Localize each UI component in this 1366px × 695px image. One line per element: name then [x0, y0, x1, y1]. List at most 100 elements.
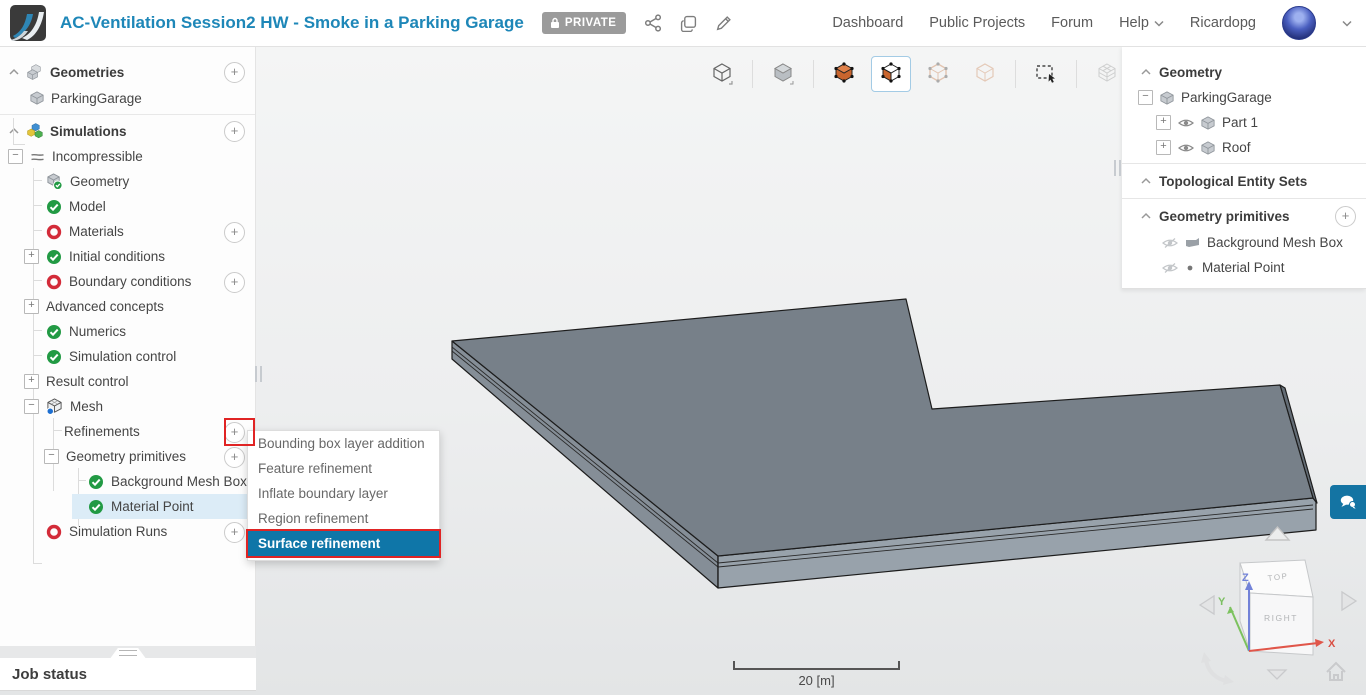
rpanel-section-geometry-primitives[interactable]: Geometry primitives +	[1122, 202, 1366, 230]
rpanel-item-material-point[interactable]: Material Point	[1122, 255, 1366, 280]
sidebar-item-parkinggarage[interactable]: ParkingGarage	[0, 85, 255, 111]
sidebar-item-label: Mesh	[70, 399, 103, 414]
expand-expander[interactable]: +	[24, 249, 39, 264]
eye-off-icon[interactable]	[1162, 262, 1178, 274]
add-material-button[interactable]: +	[224, 222, 245, 243]
sidebar-item-mesh[interactable]: − Mesh	[0, 394, 255, 419]
refinement-context-menu: Bounding box layer addition Feature refi…	[247, 430, 440, 561]
menu-item-bounding-box-layer-addition[interactable]: Bounding box layer addition	[248, 431, 439, 456]
rotate-view-arrows[interactable]	[1201, 652, 1234, 685]
tree-connector	[33, 280, 42, 281]
collapse-expander[interactable]: −	[8, 149, 23, 164]
add-geometry-primitive-button[interactable]: +	[1335, 206, 1356, 227]
tree-connector	[33, 230, 42, 231]
eye-off-icon[interactable]	[1162, 237, 1178, 249]
home-view-icon[interactable]	[1327, 663, 1345, 680]
rpanel-section-title: Geometry primitives	[1159, 209, 1290, 224]
add-geometry-primitive-button[interactable]: +	[224, 447, 245, 468]
add-geometry-button[interactable]: +	[224, 62, 245, 83]
start-simulation-run-button[interactable]: +	[224, 522, 245, 543]
nav-public-projects[interactable]: Public Projects	[929, 15, 1025, 31]
sidebar-item-simulation-control[interactable]: Simulation control	[0, 344, 255, 369]
nav-dashboard[interactable]: Dashboard	[832, 15, 903, 31]
menu-item-feature-refinement[interactable]: Feature refinement	[248, 456, 439, 481]
avatar[interactable]	[1282, 6, 1316, 40]
edit-pencil-icon[interactable]	[715, 15, 732, 32]
sidebar-item-numerics[interactable]: Numerics	[0, 319, 255, 344]
collapse-expander[interactable]: −	[24, 399, 39, 414]
sidebar-item-label: Material Point	[111, 499, 194, 514]
nav-right-arrow[interactable]	[1342, 592, 1356, 610]
nav-help[interactable]: Help	[1119, 15, 1164, 31]
sidebar-item-simulation-runs[interactable]: Simulation Runs +	[0, 519, 255, 544]
face-select-icon[interactable]	[871, 56, 911, 92]
sidebar-item-material-point[interactable]: Material Point	[0, 494, 255, 519]
axis-x-label: X	[1328, 638, 1336, 650]
collapse-expander[interactable]: −	[44, 449, 59, 464]
app-logo-icon[interactable]	[10, 5, 46, 41]
share-icon[interactable]	[644, 14, 662, 32]
eye-icon[interactable]	[1178, 142, 1194, 154]
chevron-down-icon	[1154, 20, 1164, 27]
menu-item-region-refinement[interactable]: Region refinement	[248, 506, 439, 531]
copy-icon[interactable]	[680, 15, 697, 32]
rpanel-item-roof[interactable]: + Roof	[1122, 135, 1366, 160]
nav-down-arrow[interactable]	[1268, 670, 1286, 679]
view-cube[interactable]: TOP RIGHT	[1240, 560, 1313, 655]
expand-expander[interactable]: +	[1156, 140, 1171, 155]
sidebar-item-simulations[interactable]: Simulations +	[0, 118, 255, 144]
nav-forum[interactable]: Forum	[1051, 15, 1093, 31]
navigation-cube-widget: TOP RIGHT Y Z X	[1190, 555, 1366, 695]
job-status-panel[interactable]: Job status	[0, 658, 256, 691]
mesh-display-icon[interactable]	[1087, 56, 1127, 92]
rpanel-item-part-1[interactable]: + Part 1	[1122, 110, 1366, 135]
menu-item-surface-refinement[interactable]: Surface refinement	[248, 531, 439, 556]
vertex-select-icon[interactable]	[965, 56, 1005, 92]
rpanel-resize-handle[interactable]	[1114, 160, 1121, 176]
cube-right-label: RIGHT	[1264, 613, 1298, 623]
sidebar-item-geometry-primitives[interactable]: − Geometry primitives +	[0, 444, 255, 469]
sidebar-resize-handle[interactable]	[255, 366, 262, 382]
add-boundary-condition-button[interactable]: +	[224, 272, 245, 293]
rpanel-item-parkinggarage[interactable]: − ParkingGarage	[1122, 85, 1366, 110]
expand-expander[interactable]: +	[24, 299, 39, 314]
sidebar-item-label: Simulation Runs	[69, 524, 167, 539]
tree-connector	[33, 168, 34, 563]
toolbar-separator	[752, 60, 753, 88]
sidebar-item-advanced-concepts[interactable]: + Advanced concepts	[0, 294, 255, 319]
eye-icon[interactable]	[1178, 117, 1194, 129]
box-select-icon[interactable]	[1026, 56, 1066, 92]
rpanel-section-geometry[interactable]: Geometry	[1122, 59, 1366, 85]
collapse-expander[interactable]: −	[1138, 90, 1153, 105]
chevron-up-icon	[1140, 67, 1152, 77]
incomplete-icon	[46, 274, 62, 290]
sidebar-item-initial-conditions[interactable]: + Initial conditions	[0, 244, 255, 269]
menu-item-inflate-boundary-layer[interactable]: Inflate boundary layer	[248, 481, 439, 506]
edge-select-icon[interactable]	[918, 56, 958, 92]
rpanel-item-background-mesh-box[interactable]: Background Mesh Box	[1122, 230, 1366, 255]
rpanel-item-label: Material Point	[1202, 260, 1285, 275]
sidebar-item-geometries[interactable]: Geometries +	[0, 59, 255, 85]
expand-expander[interactable]: +	[24, 374, 39, 389]
wireframe-view-icon[interactable]	[702, 56, 742, 92]
rpanel-divider	[1122, 163, 1366, 164]
nav-left-arrow[interactable]	[1200, 596, 1214, 614]
expand-expander[interactable]: +	[1156, 115, 1171, 130]
sidebar-item-materials[interactable]: Materials +	[0, 219, 255, 244]
add-refinement-button[interactable]: +	[224, 422, 245, 443]
sidebar-item-background-mesh-box[interactable]: Background Mesh Box	[0, 469, 255, 494]
nav-username[interactable]: Ricardopg	[1190, 15, 1256, 31]
solid-view-icon[interactable]	[763, 56, 803, 92]
sidebar-item-incompressible[interactable]: − Incompressible	[0, 144, 255, 169]
sidebar-item-model[interactable]: Model	[0, 194, 255, 219]
support-chat-button[interactable]	[1330, 485, 1366, 519]
add-simulation-button[interactable]: +	[224, 121, 245, 142]
sidebar-item-boundary-conditions[interactable]: Boundary conditions +	[0, 269, 255, 294]
account-chevron-down-icon[interactable]	[1342, 20, 1352, 27]
sidebar-item-result-control[interactable]: + Result control	[0, 369, 255, 394]
volume-select-icon[interactable]	[824, 56, 864, 92]
sidebar-item-refinements[interactable]: Refinements +	[0, 419, 255, 444]
privacy-badge: PRIVATE	[542, 12, 627, 34]
rpanel-section-topological-entity-sets[interactable]: Topological Entity Sets	[1122, 167, 1366, 195]
sidebar-item-geometry[interactable]: Geometry	[0, 169, 255, 194]
